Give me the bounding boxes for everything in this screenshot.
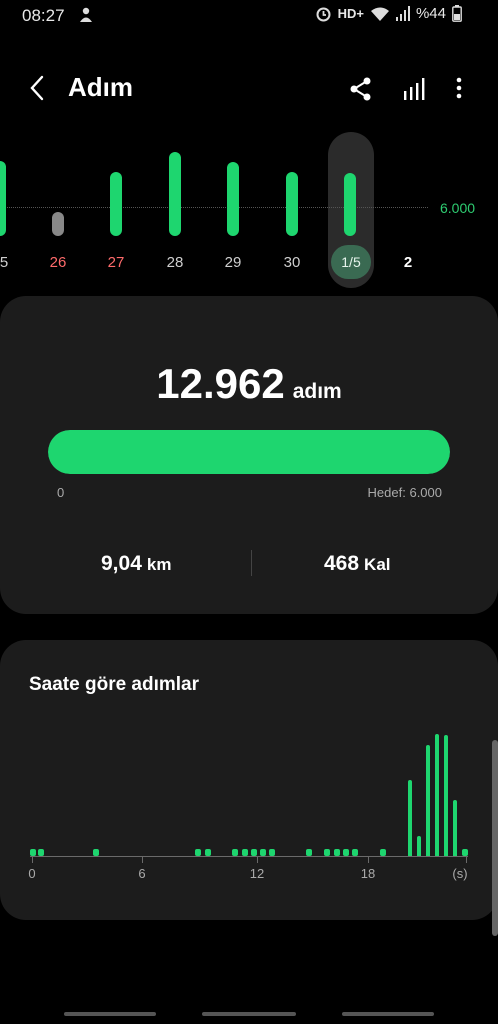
hour-bar	[417, 836, 421, 856]
hour-bar	[306, 849, 312, 856]
hour-bar	[453, 800, 457, 856]
scrollbar[interactable]	[492, 740, 498, 936]
hour-bar	[251, 849, 257, 856]
day-label[interactable]: 28	[155, 254, 195, 271]
goal-progress-bar	[48, 430, 450, 474]
hour-bar	[408, 780, 412, 856]
more-options-button[interactable]	[446, 74, 472, 104]
hour-bar	[242, 849, 248, 856]
wifi-icon	[370, 6, 390, 22]
back-arrow-icon	[30, 75, 44, 101]
hourly-steps-title: Saate göre adımlar	[29, 674, 200, 695]
network-label: HD+	[337, 6, 364, 21]
hour-bar	[444, 735, 448, 856]
app-bar: Adım	[0, 60, 498, 118]
hour-bar	[462, 849, 468, 856]
hour-bar	[30, 849, 36, 856]
step-count-value: 12.962	[156, 360, 285, 407]
hour-bar	[38, 849, 44, 856]
calories-unit: Kal	[364, 555, 391, 574]
progress-goal-label: Hedef: 6.000	[367, 485, 442, 500]
hour-bar	[435, 734, 439, 856]
distance-value: 9,04	[101, 552, 142, 575]
hour-tick	[257, 857, 258, 863]
sleep-mode-icon	[78, 6, 94, 29]
hour-axis-label: 18	[360, 866, 376, 881]
hourly-axis	[30, 856, 468, 857]
status-time: 08:27	[22, 6, 65, 25]
bar-chart-icon	[404, 78, 425, 100]
distance-metric: 9,04 km	[101, 552, 171, 576]
day-bar[interactable]	[286, 172, 298, 236]
day-label[interactable]: 30	[272, 254, 312, 271]
hour-bar	[269, 849, 275, 856]
trends-button[interactable]	[400, 74, 430, 104]
back-button[interactable]	[22, 72, 54, 104]
goal-progress-fill	[48, 430, 450, 474]
share-button[interactable]	[346, 74, 376, 104]
status-bar: 08:27 HD+ %44	[0, 0, 498, 34]
goal-line	[0, 207, 428, 208]
nav-home-button[interactable]	[202, 1012, 296, 1016]
hour-bar	[343, 849, 349, 856]
hour-bar	[195, 849, 201, 856]
hour-bar	[205, 849, 211, 856]
nav-recents-button[interactable]	[64, 1012, 156, 1016]
selected-day-label[interactable]: 1/5	[331, 245, 371, 279]
day-bar[interactable]	[344, 173, 356, 236]
step-count-unit: adım	[292, 380, 342, 403]
battery-label: %44	[415, 5, 446, 22]
hour-bar	[232, 849, 238, 856]
hour-bar	[334, 849, 340, 856]
more-vertical-icon	[456, 77, 462, 99]
nav-back-button[interactable]	[342, 1012, 434, 1016]
signal-icon	[395, 6, 410, 21]
hour-tick	[368, 857, 369, 863]
day-bar[interactable]	[169, 152, 181, 236]
battery-icon	[452, 5, 462, 22]
progress-min-label: 0	[57, 485, 65, 500]
day-bar[interactable]	[227, 162, 239, 236]
calories-metric: 468 Kal	[324, 552, 391, 576]
hour-tick	[142, 857, 143, 863]
calories-value: 468	[324, 552, 360, 575]
hour-bar	[324, 849, 330, 856]
distance-unit: km	[146, 555, 172, 574]
daily-steps-strip[interactable]: 6.000 5 26 27 28 29 30 2	[0, 128, 498, 293]
day-label[interactable]: 5	[0, 254, 24, 271]
page-title: Adım	[68, 72, 133, 102]
hour-axis-label: (s)	[452, 866, 468, 881]
step-count: 12.962 adım	[0, 360, 498, 408]
day-label[interactable]: 2	[388, 254, 428, 271]
hour-bar	[352, 849, 358, 856]
day-bar[interactable]	[110, 172, 122, 236]
hour-axis-label: 0	[28, 866, 36, 881]
hour-bar	[260, 849, 266, 856]
hour-tick	[466, 857, 467, 863]
hour-axis-label: 6	[138, 866, 146, 881]
alarm-icon	[315, 5, 332, 22]
hour-axis-label: 12	[249, 866, 265, 881]
share-icon	[350, 77, 371, 101]
goal-line-label: 6.000	[440, 200, 476, 216]
day-bar[interactable]	[52, 212, 64, 236]
day-bar[interactable]	[0, 161, 6, 236]
hour-bar	[93, 849, 99, 856]
day-label[interactable]: 29	[213, 254, 253, 271]
metric-divider	[251, 550, 252, 576]
day-label[interactable]: 26	[38, 254, 78, 271]
hour-bar	[380, 849, 386, 856]
day-label[interactable]: 27	[96, 254, 136, 271]
hour-bar	[426, 745, 430, 856]
hour-tick	[32, 857, 33, 863]
